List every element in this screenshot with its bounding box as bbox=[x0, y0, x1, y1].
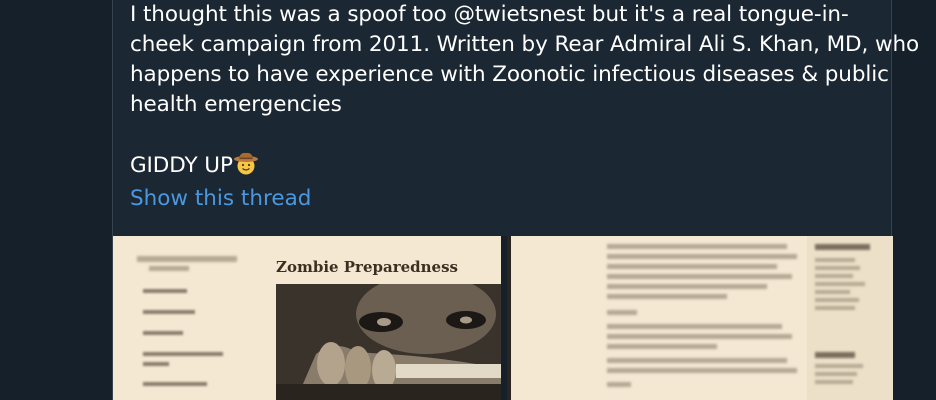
text-blur bbox=[607, 254, 797, 259]
sidebar-column bbox=[807, 236, 893, 400]
cowboy-hat-face-icon bbox=[233, 150, 259, 176]
text-blur bbox=[607, 284, 767, 289]
text-blur bbox=[607, 310, 637, 315]
text-blur bbox=[815, 282, 865, 286]
text-blur bbox=[607, 324, 782, 329]
zombie-photo bbox=[276, 284, 501, 400]
nav-item-blur bbox=[143, 362, 169, 366]
show-thread-link[interactable]: Show this thread bbox=[130, 184, 311, 214]
nav-item-blur bbox=[143, 289, 187, 293]
text-blur bbox=[815, 298, 859, 302]
nav-item-blur bbox=[143, 331, 183, 335]
text-blur bbox=[607, 244, 787, 249]
text-blur bbox=[815, 364, 863, 368]
sidebar-heading-blur bbox=[149, 266, 189, 271]
tweet-card[interactable]: I thought this was a spoof too @twietsne… bbox=[112, 0, 920, 400]
document-title: Zombie Preparedness bbox=[276, 258, 458, 276]
sidebar-heading-blur bbox=[137, 256, 237, 262]
text-blur bbox=[607, 294, 727, 299]
text-blur bbox=[607, 334, 792, 339]
sidebar-heading-blur bbox=[815, 352, 855, 358]
tweet-text-line: happens to have experience with Zoonotic… bbox=[130, 62, 889, 87]
media-image-left[interactable]: Zombie Preparedness bbox=[113, 236, 501, 400]
nav-item-blur bbox=[143, 382, 207, 386]
tweet-text: I thought this was a spoof too @twietsne… bbox=[130, 0, 920, 181]
text-blur bbox=[607, 264, 777, 269]
text-blur bbox=[815, 372, 857, 376]
text-blur bbox=[815, 258, 855, 262]
text-blur bbox=[607, 274, 792, 279]
sidebar-heading-blur bbox=[815, 244, 870, 250]
text-blur bbox=[815, 306, 855, 310]
tagline-text: GIDDY UP bbox=[130, 153, 233, 178]
text-blur bbox=[607, 358, 787, 363]
tweet-text-line: health emergencies bbox=[130, 92, 342, 117]
text-blur bbox=[607, 344, 717, 349]
text-blur bbox=[607, 382, 631, 387]
media-image-right[interactable] bbox=[507, 236, 893, 400]
text-blur bbox=[815, 274, 853, 278]
text-blur bbox=[607, 368, 797, 373]
nav-item-blur bbox=[143, 352, 223, 356]
nav-item-blur bbox=[143, 310, 195, 314]
page-edge bbox=[507, 236, 511, 400]
tagline-row: GIDDY UP bbox=[130, 150, 870, 181]
tweet-text-line: I thought this was a spoof too @twietsne… bbox=[130, 2, 849, 27]
tweet-text-line: cheek campaign from 2011. Written by Rea… bbox=[130, 32, 920, 57]
text-blur bbox=[815, 380, 853, 384]
media-grid: Zombie Preparedness bbox=[113, 236, 893, 400]
text-blur bbox=[815, 266, 860, 270]
text-blur bbox=[815, 290, 850, 294]
